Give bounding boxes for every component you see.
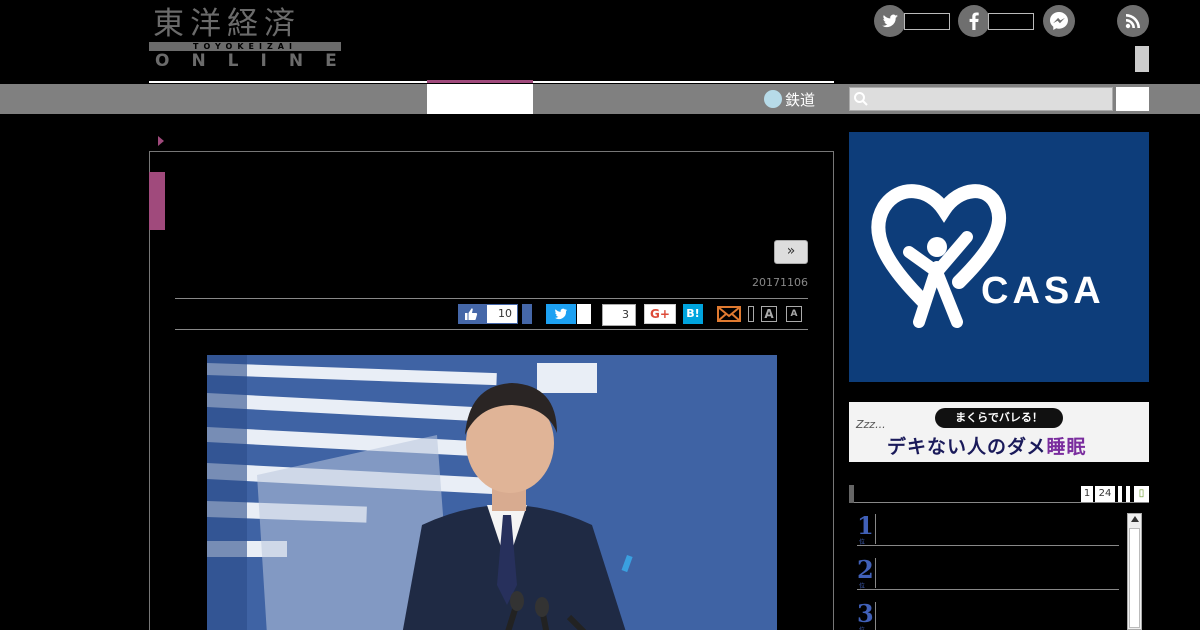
logo-online: ONLINE (155, 51, 359, 71)
ranking-item[interactable]: 2 位 (857, 554, 1119, 590)
ranking-divider (875, 514, 876, 544)
search-button[interactable] (1116, 87, 1149, 111)
ranking-suffix: 位 (859, 583, 866, 590)
next-page-button[interactable]: » (774, 240, 808, 264)
scroll-thumb[interactable] (1129, 528, 1140, 628)
mail-icon (717, 306, 741, 322)
article-category-marker (149, 172, 165, 230)
ranking-tab-24[interactable]: 24 (1095, 486, 1115, 502)
nav-item-railway-label: 鉄道 (785, 90, 816, 109)
rss-icon (1117, 5, 1149, 37)
ranking-number: 3 (857, 599, 874, 628)
search-icon (854, 92, 868, 106)
facebook-like-count: 10 (498, 307, 512, 320)
article-photo (207, 355, 777, 630)
ranking-number: 2 (857, 555, 874, 584)
twitter-bird-icon (555, 308, 567, 320)
facebook-icon (958, 5, 990, 37)
ranking-header-marker (849, 485, 854, 503)
hatena-bookmark-button[interactable]: B! (683, 304, 703, 324)
sleep-ad-headline-b: 睡眠 (1046, 436, 1087, 458)
scroll-up-icon[interactable] (1131, 516, 1139, 522)
breadcrumb-arrow-icon (158, 136, 164, 146)
facebook-like-button[interactable]: 10 (458, 304, 518, 324)
nav-tab-active[interactable] (427, 84, 533, 114)
ranking-divider (875, 602, 876, 630)
casa-ad-banner[interactable]: CASA (849, 132, 1149, 382)
logo-band: TOYOKEIZAI (149, 42, 341, 51)
font-size-large-button[interactable]: A (761, 306, 777, 322)
sleep-ad-headline-a: デキない人のダメ (887, 436, 1047, 458)
sleep-ad-pill: まくらでバレる！ (935, 408, 1063, 428)
twitter-count-box (904, 13, 950, 30)
article-date: 20171106 (752, 276, 808, 289)
ranking-tab-3[interactable] (1118, 486, 1122, 502)
sleep-ad-banner[interactable]: Zzz... まくらでバレる！ デキない人のダメ睡眠 (849, 402, 1149, 462)
nav-item-railway[interactable]: 鉄道 (764, 88, 815, 110)
messenger-icon (1043, 5, 1075, 37)
ranking-scrollbar[interactable] (1127, 513, 1142, 630)
logo-kanji: 東洋経済 (153, 6, 301, 42)
site-logo[interactable]: 東洋経済 TOYOKEIZAI ONLINE (149, 6, 341, 72)
twitter-icon (874, 5, 906, 37)
casa-text: CASA (981, 270, 1105, 312)
ranking-tab-4[interactable] (1126, 486, 1130, 502)
tweet-count (577, 304, 591, 324)
ranking-suffix: 位 (859, 625, 865, 630)
share-bar-top-rule (175, 298, 808, 299)
share-bar-bottom-rule (175, 329, 808, 330)
ranking-list: 1 位 2 位 3 位 (849, 510, 1149, 630)
facebook-count-box (988, 13, 1034, 30)
tweet-button[interactable] (546, 304, 576, 324)
sleep-ad-headline: デキない人のダメ睡眠 (887, 432, 1086, 459)
ranking-item[interactable]: 3 位 (857, 598, 1119, 630)
ranking-tab-1[interactable]: 1 (1081, 486, 1093, 502)
google-plus-button[interactable]: G+ (644, 304, 676, 324)
train-icon (764, 90, 782, 108)
ranking-tab-icon[interactable]: ▯ (1134, 486, 1149, 502)
font-size-small-button[interactable]: A (786, 306, 802, 322)
ranking-suffix: 位 (859, 539, 866, 546)
ranking-item[interactable]: 1 位 (857, 510, 1119, 546)
facebook-share-button[interactable] (522, 304, 532, 324)
ranking-number: 1 (857, 511, 874, 540)
hatena-count-value: 3 (622, 308, 629, 321)
search-input[interactable] (849, 87, 1113, 111)
sleep-zzz: Zzz... (856, 418, 886, 431)
thumbs-up-icon (459, 305, 487, 323)
casa-heart-logo-icon (871, 184, 1006, 328)
ranking-divider (875, 558, 876, 588)
active-tab-accent (427, 80, 533, 83)
menu-button[interactable] (1135, 46, 1149, 72)
hatena-bookmark-count[interactable]: 3 (602, 304, 636, 326)
mail-share-button[interactable] (716, 304, 742, 324)
share-separator (748, 306, 754, 322)
